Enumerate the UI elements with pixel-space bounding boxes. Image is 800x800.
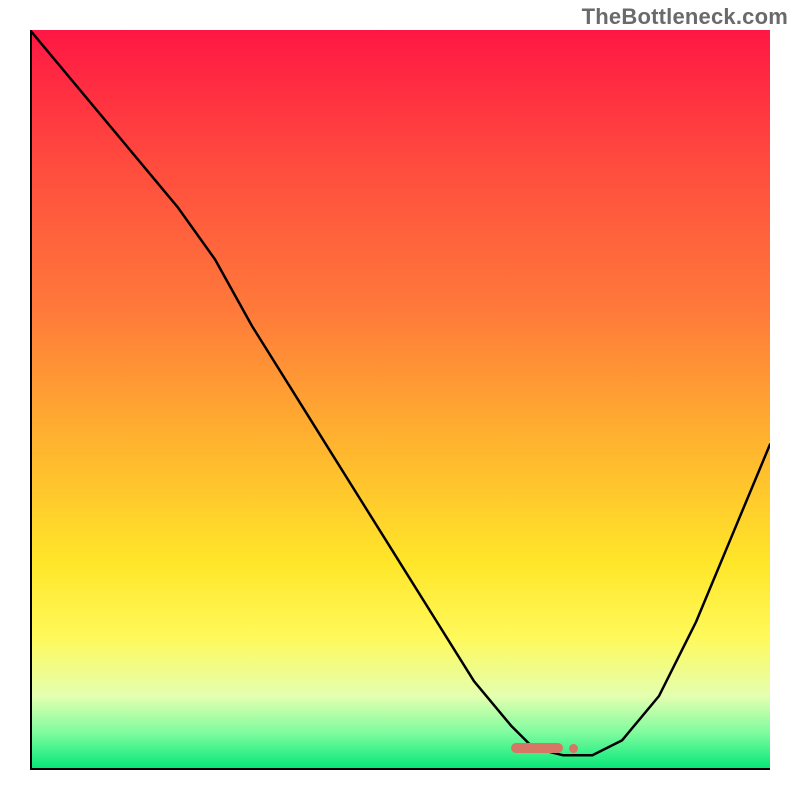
optimal-range-marker bbox=[511, 743, 563, 753]
chart-container: TheBottleneck.com bbox=[0, 0, 800, 800]
optimal-range-marker-end bbox=[569, 744, 578, 753]
bottleneck-curve bbox=[30, 30, 770, 770]
watermark-text: TheBottleneck.com bbox=[582, 4, 788, 30]
